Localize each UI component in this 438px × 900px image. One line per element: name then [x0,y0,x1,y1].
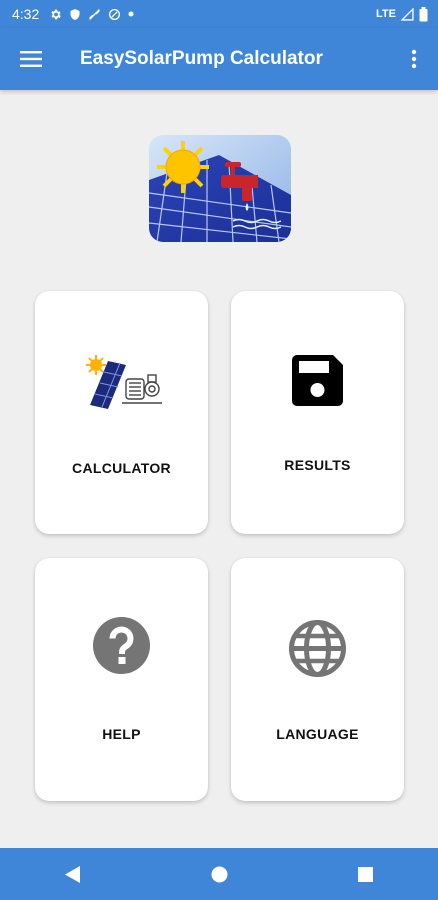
gear-icon [51,9,61,19]
app-logo [149,135,291,242]
results-icon-wrap [292,355,343,411]
solar-pump-logo [149,135,291,242]
status-time: 4:32 [12,6,40,22]
shield-icon [70,8,80,20]
status-right: LTE [376,6,428,22]
recents-square-icon [357,866,373,882]
no-link-icon [89,8,101,20]
system-nav-bar [0,848,438,900]
language-icon-wrap [289,620,346,682]
data-saver-icon [109,8,121,20]
menu-button[interactable] [0,28,62,90]
solar-panel-pump-icon [86,355,162,409]
back-triangle-icon [65,865,80,883]
home-circle-icon [211,866,227,882]
calculator-icon-wrap [82,353,164,416]
overflow-menu-button[interactable] [390,28,438,90]
calculator-label: CALCULATOR [72,460,171,476]
results-label: RESULTS [284,457,351,473]
screen: 4:32 LTE EasySolarPump Calculator CALCUL… [0,0,438,900]
status-icons [49,8,134,21]
question-circle-icon [93,617,150,674]
signal-icon [401,7,414,21]
home-button[interactable] [189,848,249,900]
floppy-disk-icon [292,355,343,406]
language-card[interactable]: LANGUAGE [231,558,404,801]
calculator-card[interactable]: CALCULATOR [35,291,208,534]
recents-button[interactable] [335,848,395,900]
hamburger-menu-icon [20,51,42,67]
network-type: LTE [376,8,396,20]
results-card[interactable]: RESULTS [231,291,404,534]
back-button[interactable] [43,848,103,900]
app-title: EasySolarPump Calculator [80,48,323,69]
dot-icon [128,11,134,17]
language-label: LANGUAGE [276,726,359,742]
globe-icon [289,620,346,677]
battery-icon [419,6,428,21]
help-card[interactable]: HELP [35,558,208,801]
help-icon-wrap [93,617,150,679]
app-bar: EasySolarPump Calculator [0,28,438,90]
help-label: HELP [102,726,141,742]
status-bar: 4:32 LTE [0,0,438,28]
more-vert-icon [411,49,417,69]
